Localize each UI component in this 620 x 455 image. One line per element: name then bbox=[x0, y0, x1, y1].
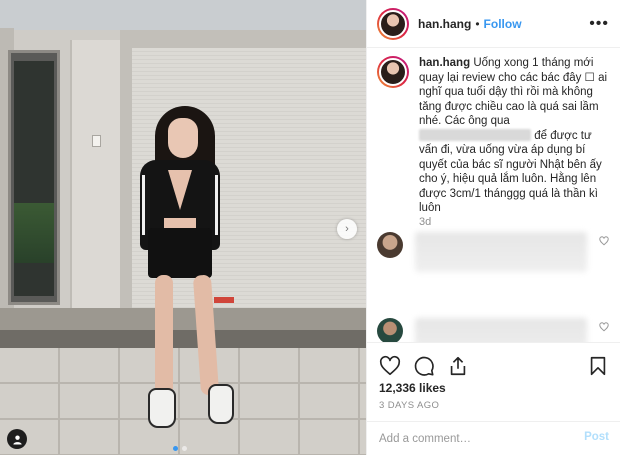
blurred-comment bbox=[415, 318, 587, 342]
comment-like-button[interactable] bbox=[599, 322, 609, 335]
bookmark-icon[interactable] bbox=[587, 355, 609, 377]
share-icon[interactable] bbox=[447, 355, 469, 377]
comment-row bbox=[377, 232, 613, 274]
add-comment-bar: Post bbox=[367, 421, 620, 455]
heart-icon bbox=[599, 322, 609, 332]
heart-icon bbox=[599, 236, 609, 246]
comment-like-button[interactable] bbox=[599, 236, 609, 249]
avatar-image bbox=[379, 58, 407, 86]
avatar[interactable] bbox=[377, 7, 409, 40]
person-sneaker bbox=[148, 388, 176, 428]
heart-icon[interactable] bbox=[379, 355, 401, 377]
caption-age: 3d bbox=[419, 216, 432, 228]
wall-panel bbox=[70, 40, 125, 315]
person-shorts bbox=[148, 228, 212, 278]
person-face bbox=[168, 118, 198, 158]
jacket-stripe bbox=[142, 175, 145, 235]
carousel-dots bbox=[173, 446, 187, 451]
comment-icon[interactable] bbox=[413, 355, 435, 377]
sky-strip bbox=[0, 0, 366, 30]
comment-avatar[interactable] bbox=[377, 232, 403, 258]
post-timestamp[interactable]: 3 DAYS AGO bbox=[379, 400, 439, 411]
carousel-dot bbox=[182, 446, 187, 451]
follow-button[interactable]: Follow bbox=[484, 17, 522, 31]
comment-avatar[interactable] bbox=[377, 318, 403, 342]
carousel-dot-active bbox=[173, 446, 178, 451]
caption-text: han.hang Uống xong 1 tháng mới quay lại … bbox=[419, 56, 611, 216]
chevron-right-icon: › bbox=[345, 223, 349, 235]
user-tag-button[interactable] bbox=[7, 429, 27, 449]
tiled-floor bbox=[0, 348, 366, 455]
blurred-mention bbox=[419, 129, 531, 142]
avatar-image bbox=[379, 9, 407, 38]
comment-row bbox=[377, 318, 613, 342]
header-separator: • bbox=[475, 16, 480, 31]
post-side-panel: han.hang • Follow ••• han.hang Uống xong… bbox=[366, 0, 620, 455]
glass-door bbox=[8, 50, 60, 305]
jacket-stripe bbox=[215, 175, 218, 235]
more-icon[interactable]: ••• bbox=[589, 15, 609, 33]
comment-input[interactable] bbox=[379, 430, 569, 448]
post-actions: 12,336 likes 3 DAYS AGO Post bbox=[367, 342, 620, 455]
caption-username[interactable]: han.hang bbox=[419, 57, 470, 69]
post-comment-button[interactable]: Post bbox=[584, 431, 609, 443]
like-count[interactable]: 12,336 likes bbox=[379, 381, 446, 395]
red-sign bbox=[214, 297, 234, 303]
post-caption: han.hang Uống xong 1 tháng mới quay lại … bbox=[377, 56, 613, 216]
person-leg bbox=[155, 275, 173, 395]
post-header: han.hang • Follow ••• bbox=[367, 0, 620, 48]
blurred-comment bbox=[415, 232, 587, 272]
next-photo-button[interactable]: › bbox=[337, 219, 357, 239]
curb-edge bbox=[0, 330, 366, 348]
post-photo[interactable]: › bbox=[0, 0, 366, 455]
light-switch bbox=[92, 135, 101, 147]
user-tag-icon bbox=[12, 434, 22, 445]
comments-section[interactable]: han.hang Uống xong 1 tháng mới quay lại … bbox=[367, 48, 620, 342]
person-sneaker bbox=[208, 384, 234, 424]
header-username[interactable]: han.hang bbox=[418, 17, 471, 31]
action-icons bbox=[379, 355, 469, 377]
plant-reflection bbox=[14, 203, 54, 263]
caption-avatar[interactable] bbox=[377, 56, 409, 88]
caption-text-part2: để được tư vấn đi, vừa uống vừa áp dụng … bbox=[419, 129, 602, 215]
